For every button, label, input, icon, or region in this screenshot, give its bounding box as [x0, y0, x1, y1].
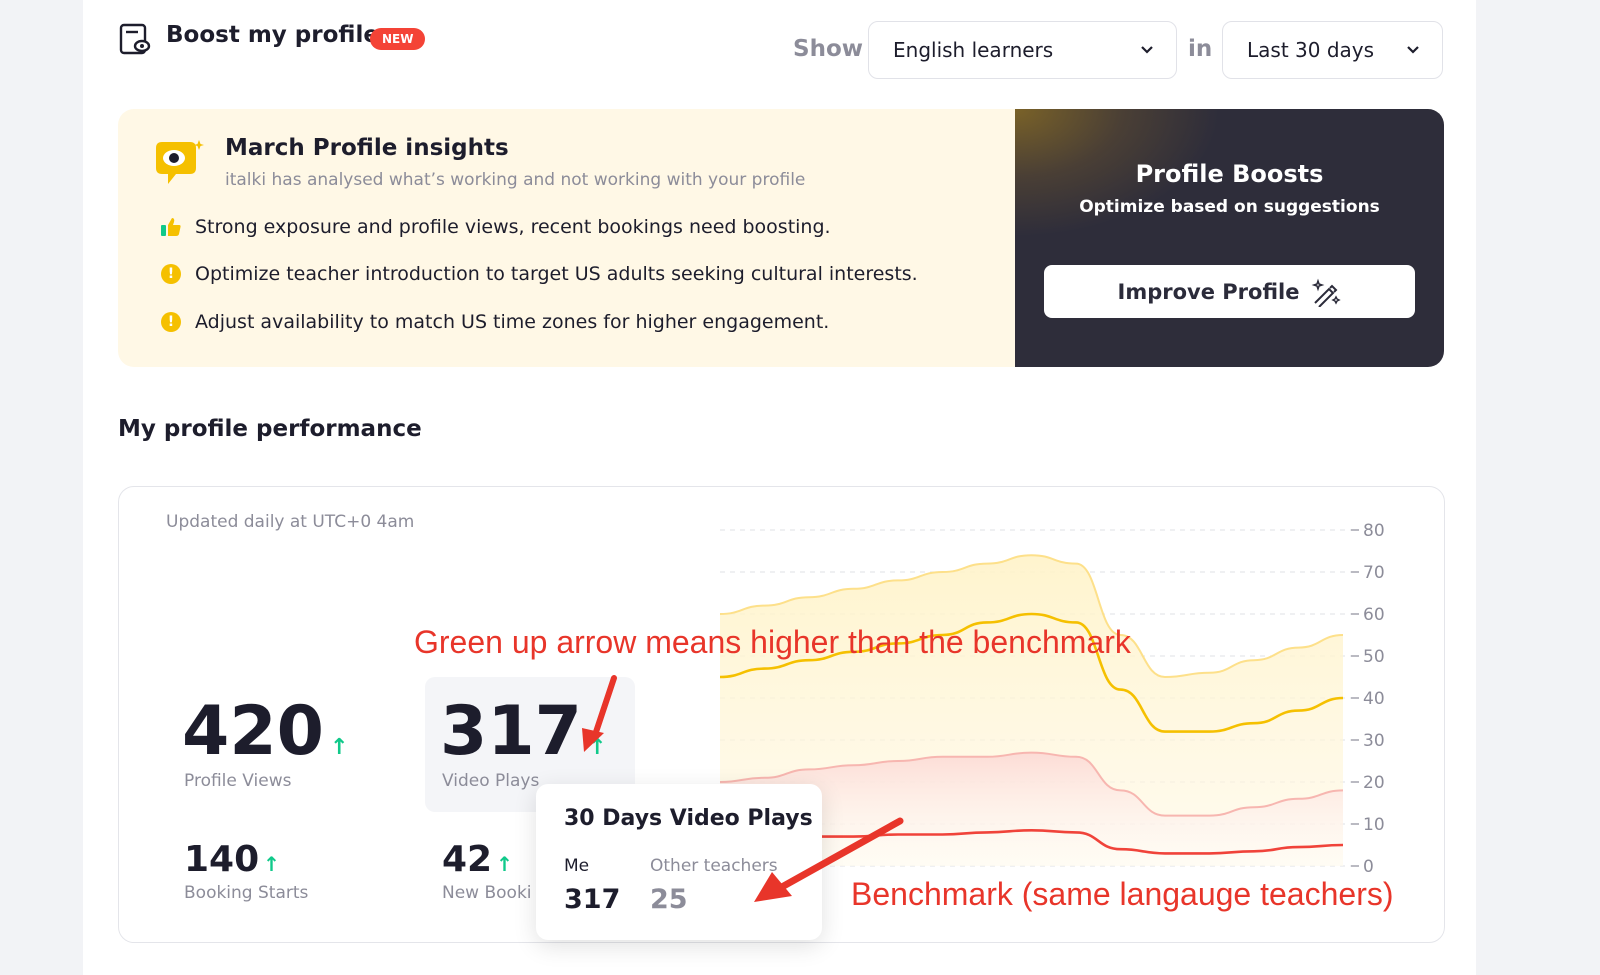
warning-icon: ! [160, 263, 182, 285]
new-bookings-stat: 42 ↑ [442, 842, 513, 878]
insight-text: Optimize teacher introduction to target … [195, 263, 918, 285]
up-arrow-icon: ↑ [329, 735, 349, 760]
benchmark-annotation: Benchmark (same langauge teachers) [851, 876, 1394, 912]
profile-views-stat: 420 ↑ [182, 698, 348, 766]
profile-boost-icon [119, 23, 151, 55]
warning-icon: ! [160, 311, 182, 333]
up-arrow-icon: ↑ [587, 735, 607, 760]
in-label: in [1188, 36, 1213, 62]
video-plays-label: Video Plays [442, 771, 540, 791]
updated-note: Updated daily at UTC+0 4am [166, 512, 415, 532]
insights-title: March Profile insights [225, 135, 509, 161]
insight-text: Adjust availability to match US time zon… [195, 311, 830, 333]
green-arrow-annotation: Green up arrow means higher than the ben… [414, 624, 1131, 660]
up-arrow-icon: ↑ [263, 852, 280, 876]
period-select[interactable]: Last 30 days [1222, 21, 1443, 79]
magic-wand-icon [1312, 278, 1342, 307]
tooltip-me-label: Me [564, 856, 590, 876]
insight-item: ! Optimize teacher introduction to targe… [160, 263, 918, 285]
boosts-subtitle: Optimize based on suggestions [1079, 197, 1380, 217]
booking-starts-stat: 140 ↑ [184, 842, 280, 878]
chevron-down-icon [1407, 46, 1419, 54]
chevron-down-icon [1141, 46, 1153, 54]
profile-boosts-panel [1015, 109, 1444, 367]
video-plays-stat: 317 ↑ [440, 698, 606, 766]
booking-starts-value: 140 [184, 839, 260, 880]
performance-title: My profile performance [118, 416, 422, 442]
booking-starts-label: Booking Starts [184, 883, 309, 903]
tooltip-other-label: Other teachers [650, 856, 778, 876]
improve-profile-button[interactable]: Improve Profile [1044, 265, 1415, 318]
tooltip-me-value: 317 [564, 884, 621, 915]
insight-item: ! Adjust availability to match US time z… [160, 311, 829, 333]
profile-views-value: 420 [182, 692, 324, 771]
boosts-title: Profile Boosts [1135, 160, 1324, 188]
tooltip-other-value: 25 [650, 884, 688, 915]
thumbs-up-icon [160, 216, 182, 238]
insight-item: Strong exposure and profile views, recen… [160, 216, 831, 238]
new-bookings-label: New Booki [442, 883, 532, 903]
page-title: Boost my profile [166, 22, 379, 48]
insights-eye-icon [156, 140, 204, 184]
improve-profile-label: Improve Profile [1117, 279, 1300, 304]
insight-text: Strong exposure and profile views, recen… [195, 216, 831, 238]
audience-select[interactable]: English learners [868, 21, 1177, 79]
up-arrow-icon: ↑ [496, 852, 513, 876]
video-plays-tooltip: 30 Days Video Plays Me 317 Other teacher… [536, 784, 822, 940]
video-plays-value: 317 [440, 692, 582, 771]
show-label: Show [793, 36, 863, 62]
profile-views-label: Profile Views [184, 771, 292, 791]
new-bookings-value: 42 [442, 839, 493, 880]
period-select-value: Last 30 days [1247, 38, 1375, 62]
audience-select-value: English learners [893, 38, 1054, 62]
tooltip-title: 30 Days Video Plays [564, 806, 813, 831]
insights-subtitle: italki has analysed what’s working and n… [225, 170, 806, 190]
new-badge: NEW [370, 28, 426, 50]
